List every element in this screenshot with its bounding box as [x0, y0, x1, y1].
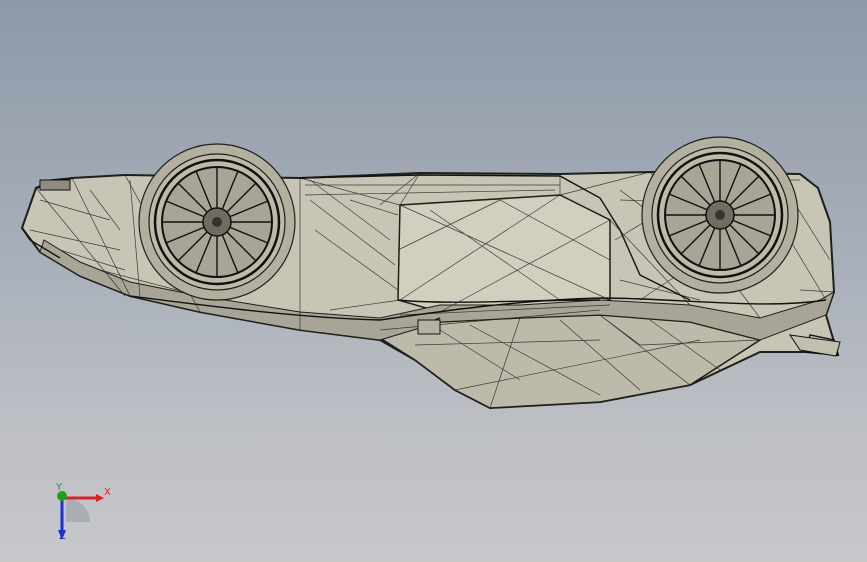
z-axis-label: Z	[59, 531, 66, 542]
graphics-viewport[interactable]: X Y Z	[0, 0, 867, 562]
y-axis-label: Y	[56, 482, 63, 493]
cabin-panel	[397, 194, 611, 313]
x-axis-label: X	[104, 487, 111, 498]
sensor-block	[417, 319, 441, 335]
front-wheel	[138, 143, 296, 301]
car-wireframe-model[interactable]	[0, 0, 867, 562]
rear-wheel	[641, 136, 799, 294]
front-grille	[39, 179, 71, 191]
axis-triad-icon[interactable]: X Y Z	[44, 480, 114, 546]
